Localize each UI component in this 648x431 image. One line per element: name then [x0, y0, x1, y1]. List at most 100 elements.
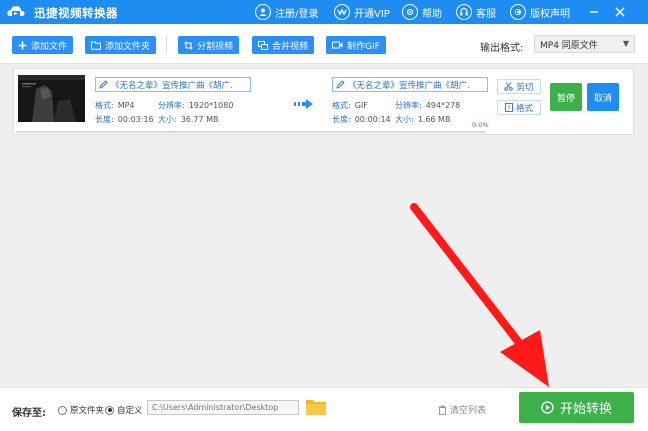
- close-icon: [615, 7, 625, 17]
- target-name: 《无名之辈》宣传推广曲《胡广.: [348, 80, 470, 91]
- progress-percent: 0.0%: [472, 121, 489, 129]
- task-list: 《无名之辈》宣传推广曲《胡广. 格式: MP4 分辨率: 1920*1080 长度:…: [0, 64, 648, 387]
- source-resolution-label: 分辨率:: [158, 101, 185, 110]
- login-label: 注册/登录: [275, 8, 319, 20]
- task-row: 《无名之辈》宣传推广曲《胡广. 格式: MP4 分辨率: 1920*1080 长度:…: [13, 68, 634, 135]
- target-format: 格式: GIF: [332, 100, 368, 111]
- start-convert-button[interactable]: 开始转换: [519, 392, 634, 423]
- crop-icon: [184, 41, 193, 50]
- toolbar-divider: [166, 37, 167, 53]
- merge-video-button[interactable]: 合并视频: [252, 36, 315, 54]
- folder-browse-icon[interactable]: [305, 398, 327, 416]
- svg-text:?: ?: [507, 105, 510, 112]
- add-folder-button[interactable]: 添加文件夹: [85, 36, 157, 54]
- cut-button[interactable]: 剪切: [497, 79, 541, 94]
- target-duration-label: 长度:: [332, 115, 351, 124]
- help-link[interactable]: 帮助: [402, 3, 442, 21]
- source-format: 格式: MP4: [95, 100, 135, 111]
- source-size-value: 36.77 MB: [180, 115, 219, 124]
- scissors-icon: [504, 82, 514, 91]
- source-duration-value: 00:03:16: [117, 115, 154, 124]
- pause-button[interactable]: 暂停: [550, 83, 582, 111]
- app-title: 迅捷视频转换器: [34, 6, 118, 20]
- format-btn-label: 格式: [515, 103, 533, 114]
- source-size: 大小: 36.77 MB: [158, 114, 219, 125]
- pencil-icon: [336, 80, 345, 89]
- radio-custom-label: 自定义: [117, 406, 143, 416]
- save-path-input[interactable]: [147, 400, 299, 415]
- minimize-icon: [590, 11, 598, 13]
- split-video-button[interactable]: 分割视频: [178, 36, 240, 54]
- login-link[interactable]: 注册/登录: [255, 3, 318, 21]
- radio-custom[interactable]: 自定义: [105, 404, 143, 416]
- source-format-label: 格式:: [95, 101, 114, 110]
- source-duration-label: 长度:: [95, 115, 114, 124]
- clear-list-button[interactable]: 清空列表: [438, 403, 486, 416]
- help-icon: [402, 4, 418, 20]
- target-resolution: 分辨率: 494*278: [395, 100, 460, 111]
- copyright-link[interactable]: 版权声明: [510, 3, 570, 21]
- target-size-value: 1.66 MB: [417, 115, 451, 124]
- service-label: 客服: [476, 8, 496, 20]
- cancel-button[interactable]: 取消: [587, 83, 619, 111]
- radio-circle-selected: [105, 405, 114, 415]
- vip-icon: [334, 4, 350, 20]
- document-icon: ?: [505, 103, 513, 112]
- split-video-label: 分割视频: [197, 41, 234, 52]
- output-format-value: MP4 同原文件: [540, 40, 598, 51]
- cloud-logo-icon: [7, 5, 25, 16]
- play-circle-icon: [541, 401, 554, 414]
- target-duration: 长度: 00:00:14: [332, 114, 391, 125]
- caret-down-icon: ▼: [622, 39, 629, 48]
- make-gif-label: 制作GIF: [347, 41, 380, 52]
- target-format-value: GIF: [354, 101, 368, 110]
- service-link[interactable]: 客服: [456, 3, 496, 21]
- target-format-label: 格式:: [332, 101, 351, 110]
- source-name: 《无名之辈》宣传推广曲《胡广.: [111, 80, 233, 91]
- thumbnail-image: [18, 80, 85, 122]
- source-format-value: MP4: [117, 101, 135, 110]
- bottom-bar: 保存至: 原文件夹 自定义 清空列表 开始转换: [0, 387, 648, 431]
- merge-video-label: 合并视频: [272, 41, 309, 52]
- save-to-label: 保存至:: [12, 408, 46, 419]
- target-resolution-label: 分辨率:: [395, 101, 422, 110]
- make-gif-button[interactable]: 制作GIF: [326, 36, 386, 54]
- source-resolution: 分辨率: 1920*1080: [158, 100, 233, 111]
- output-format-select[interactable]: MP4 同原文件 ▼: [534, 35, 635, 53]
- convert-arrow-icon: [294, 99, 313, 109]
- merge-icon: [258, 40, 268, 50]
- radio-original-label: 原文件夹: [70, 406, 105, 416]
- pencil-icon: [99, 80, 108, 89]
- user-icon: [255, 4, 271, 20]
- clear-list-label: 清空列表: [450, 406, 487, 416]
- radio-original-folder[interactable]: 原文件夹: [58, 404, 104, 416]
- add-file-label: 添加文件: [31, 41, 68, 52]
- add-file-button[interactable]: 添加文件: [12, 36, 74, 54]
- target-resolution-value: 494*278: [425, 101, 461, 110]
- target-name-field[interactable]: 《无名之辈》宣传推广曲《胡广.: [332, 77, 488, 92]
- copyright-label: 版权声明: [530, 8, 570, 20]
- add-folder-label: 添加文件夹: [105, 41, 151, 52]
- target-size: 大小: 1.66 MB: [395, 114, 450, 125]
- video-camera-icon: [332, 41, 343, 49]
- trash-icon: [438, 405, 447, 415]
- source-duration: 长度: 00:03:16: [95, 114, 154, 125]
- target-size-label: 大小:: [395, 115, 414, 124]
- format-button[interactable]: ? 格式: [497, 100, 541, 115]
- start-convert-label: 开始转换: [559, 402, 612, 417]
- close-button[interactable]: [612, 4, 628, 20]
- vip-link[interactable]: 开通VIP: [334, 3, 390, 21]
- radio-circle: [58, 405, 67, 415]
- source-resolution-value: 1920*1080: [188, 101, 234, 110]
- toolbar: 添加文件 添加文件夹 分割视频 合并视频 制作GIF 输出格式: MP4 同原文…: [0, 24, 648, 64]
- folder-icon: [91, 41, 101, 50]
- copyright-icon: [510, 4, 526, 20]
- progress-bar: [16, 131, 486, 133]
- title-bar: 迅捷视频转换器 注册/登录 开通VIP 帮助 客服 版权声明: [0, 0, 648, 24]
- target-duration-value: 00:00:14: [354, 115, 391, 124]
- plus-icon: [18, 41, 27, 50]
- minimize-button[interactable]: [586, 4, 602, 20]
- source-size-label: 大小:: [158, 115, 177, 124]
- help-label: 帮助: [422, 8, 442, 20]
- source-name-field[interactable]: 《无名之辈》宣传推广曲《胡广.: [95, 77, 251, 92]
